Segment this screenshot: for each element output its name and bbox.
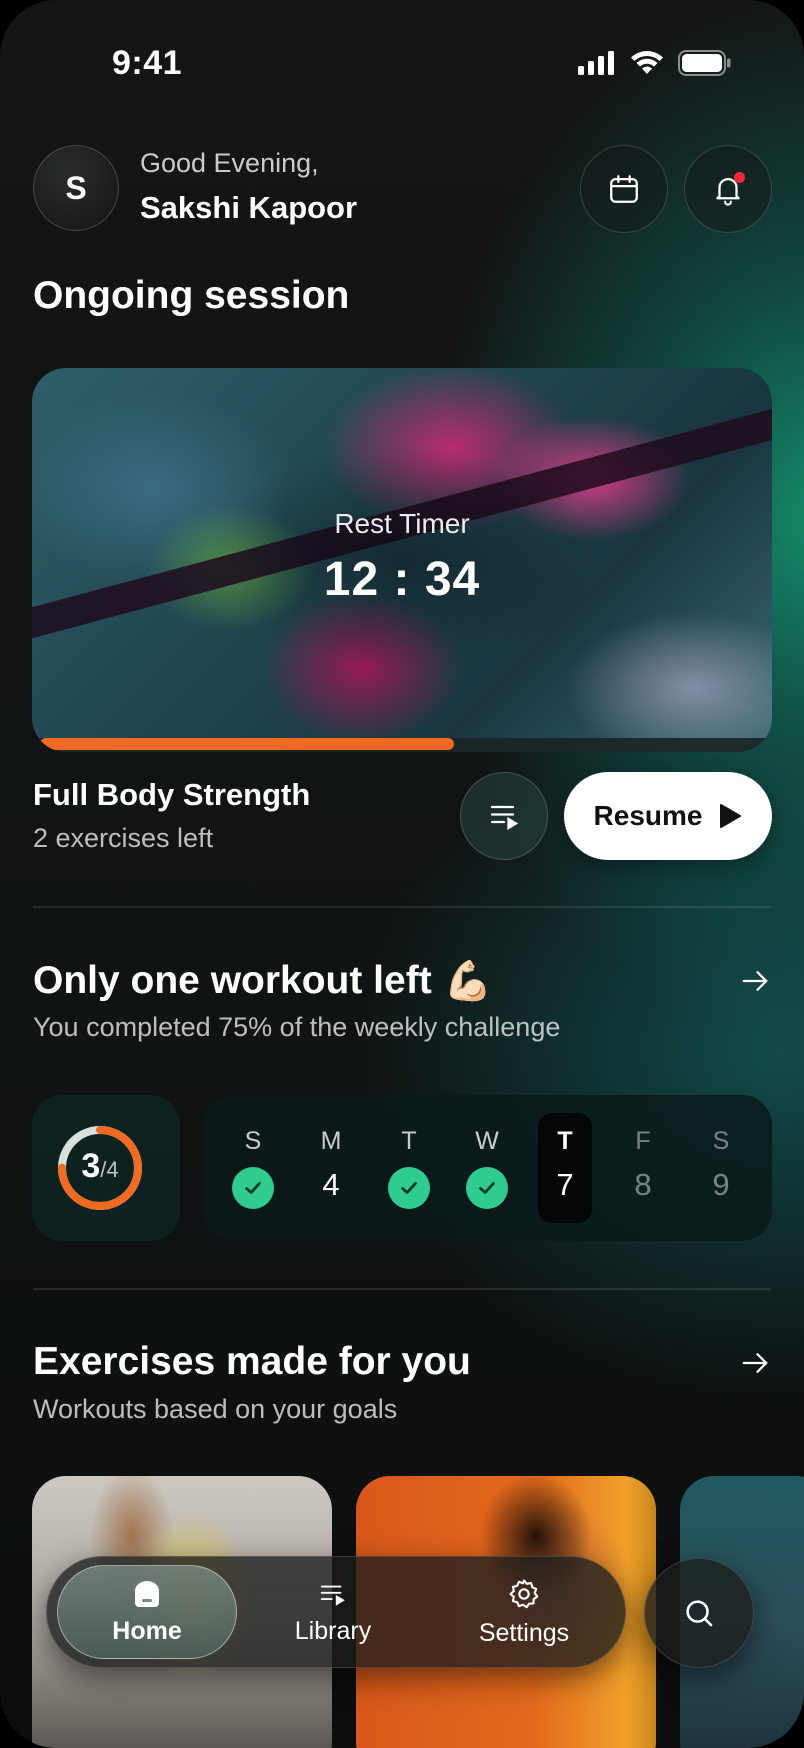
rest-timer-value: 12 : 34 <box>323 553 481 606</box>
resume-label: Resume <box>593 800 703 831</box>
search-icon <box>686 1600 713 1627</box>
bottom-nav: Home Library Settings <box>46 1556 626 1668</box>
check-icon <box>466 1167 508 1209</box>
rest-timer-label: Rest Timer <box>334 508 470 539</box>
wifi-icon <box>631 51 663 74</box>
status-time: 9:41 <box>112 44 183 82</box>
workout-name: Full Body Strength <box>33 777 311 812</box>
calendar-icon <box>610 175 638 203</box>
nav-settings[interactable]: Settings <box>439 1565 609 1659</box>
challenge-arrow-icon[interactable] <box>740 966 770 996</box>
notifications-button[interactable] <box>684 145 772 233</box>
signal-icon <box>578 51 614 75</box>
nav-home[interactable]: Home <box>57 1565 237 1659</box>
challenge-subtitle: You completed 75% of the weekly challeng… <box>33 1012 561 1042</box>
flexed-biceps-emoji: 💪🏻 <box>443 960 493 1003</box>
avatar[interactable]: S <box>33 145 119 231</box>
playlist-icon <box>490 805 519 830</box>
challenge-title: Only one workout left 💪🏻 <box>33 958 492 1004</box>
play-icon <box>720 804 742 828</box>
week-tracker: S M 4 T W T 7 F 8 S 9 <box>204 1095 772 1241</box>
nav-settings-label: Settings <box>478 1618 570 1647</box>
avatar-initial: S <box>65 169 87 206</box>
search-button[interactable] <box>644 1558 754 1668</box>
resume-button[interactable]: Resume <box>564 772 772 860</box>
day-thursday-today[interactable]: T 7 <box>538 1113 592 1223</box>
divider <box>33 1288 771 1290</box>
user-name: Sakshi Kapoor <box>140 190 358 225</box>
exercises-arrow-icon[interactable] <box>740 1348 770 1378</box>
session-card[interactable]: Rest Timer 12 : 34 <box>32 368 772 752</box>
day-saturday[interactable]: S 9 <box>694 1113 748 1223</box>
battery-icon <box>678 50 731 76</box>
app-screen: 9:41 S Good Evening, Sakshi Kapoor Ongoi… <box>0 0 804 1748</box>
challenge-title-text: Only one workout left <box>33 959 432 1002</box>
weekly-progress-ring: 3/4 <box>32 1095 180 1241</box>
check-icon <box>388 1167 430 1209</box>
gear-icon <box>509 1578 539 1608</box>
nav-library-label: Library <box>294 1616 372 1645</box>
exercises-subtitle: Workouts based on your goals <box>33 1394 398 1424</box>
notification-dot <box>734 172 745 183</box>
nav-home-label: Home <box>112 1616 182 1645</box>
check-icon <box>232 1167 274 1209</box>
exercise-list-button[interactable] <box>460 772 548 860</box>
nav-library[interactable]: Library <box>253 1565 413 1659</box>
divider <box>33 906 771 908</box>
status-icons <box>578 50 732 76</box>
library-icon <box>320 1585 345 1606</box>
day-wednesday[interactable]: W <box>460 1113 514 1223</box>
ring-total-count: /4 <box>100 1157 119 1182</box>
ring-done-count: 3 <box>81 1147 101 1185</box>
day-monday[interactable]: M 4 <box>304 1113 358 1223</box>
calendar-button[interactable] <box>580 145 668 233</box>
status-bar: 9:41 <box>0 40 804 90</box>
exercises-title: Exercises made for you <box>33 1340 471 1383</box>
day-friday[interactable]: F 8 <box>616 1113 670 1223</box>
session-progress-fill <box>40 738 454 750</box>
greeting-text: Good Evening, <box>140 148 319 178</box>
workout-remaining: 2 exercises left <box>33 823 214 853</box>
day-tuesday[interactable]: T <box>382 1113 436 1223</box>
day-sunday[interactable]: S <box>226 1113 280 1223</box>
home-icon <box>135 1580 159 1607</box>
ongoing-section-title: Ongoing session <box>33 274 350 317</box>
